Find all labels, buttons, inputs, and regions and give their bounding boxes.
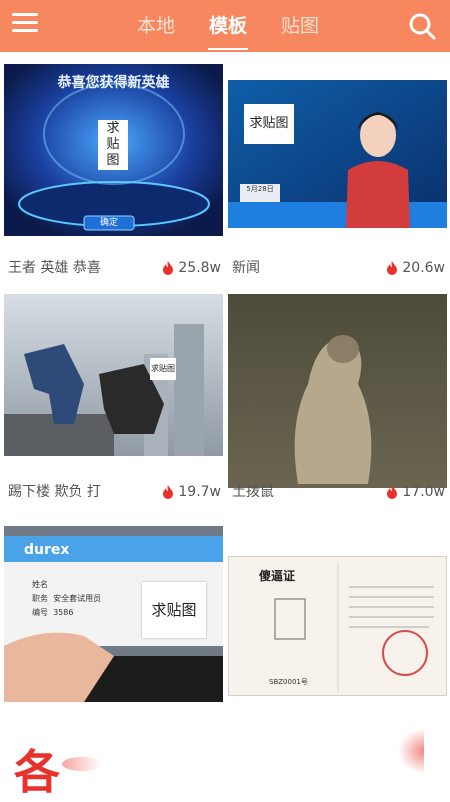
flame-icon <box>163 261 174 275</box>
field-value: 3586 <box>53 608 74 617</box>
sticker-placeholder: 求贴图 <box>244 104 294 144</box>
decor-swoosh <box>62 757 102 771</box>
template-card[interactable]: 恭喜您获得新英雄 求 贴 图 确定 王者 英雄 恭喜 25.8w <box>4 64 223 276</box>
hot-value: 25.8w <box>178 260 221 276</box>
template-card[interactable]: 求贴图 5月28日 新闻 20.6w <box>228 64 447 276</box>
template-card[interactable]: 土拨鼠 17.0w <box>228 294 447 514</box>
hot-value: 20.6w <box>402 260 445 276</box>
news-caption: 5月28日 <box>246 185 274 193</box>
field-key: 编号 <box>32 608 48 617</box>
card-meta: 踢下楼 欺负 打 19.7w <box>4 480 223 504</box>
rooftop-kick-image <box>4 294 223 456</box>
brand-logo: durex <box>24 542 70 558</box>
tab-stickers[interactable]: 贴图 <box>264 0 336 52</box>
bottom-char: 各 <box>14 745 60 799</box>
card-title: 王者 英雄 恭喜 <box>8 260 101 276</box>
flame-icon <box>163 485 174 499</box>
bottom-banner: 各 <box>0 712 450 800</box>
template-thumbnail[interactable]: 求贴图 5月28日 <box>228 80 447 228</box>
sticker-placeholder: 求贴图 <box>142 582 206 638</box>
search-icon[interactable] <box>408 12 436 40</box>
template-card[interactable]: 傻逼证 SBZ0001号 <box>228 556 447 696</box>
card-title: 新闻 <box>232 260 260 276</box>
tab-local[interactable]: 本地 <box>120 0 192 52</box>
sticker-placeholder: 求贴图 <box>150 358 176 380</box>
menu-icon[interactable] <box>12 13 38 37</box>
tab-templates[interactable]: 模板 <box>192 0 264 52</box>
banner-text: 恭喜您获得新英雄 <box>57 75 170 91</box>
template-thumbnail[interactable]: 恭喜您获得新英雄 求 贴 图 确定 <box>4 64 223 236</box>
sticker-placeholder: 求 贴 图 <box>98 120 128 170</box>
card-title: 踢下楼 欺负 打 <box>8 484 101 500</box>
flame-icon <box>387 485 398 499</box>
field-value: 安全套试用员 <box>53 594 102 603</box>
confirm-label: 确定 <box>99 218 118 228</box>
certificate-title: 傻逼证 <box>259 569 296 583</box>
id-card-fields: 姓名 职务 安全套试用员 编号 3586 <box>32 578 101 620</box>
top-app-bar: 本地 模板 贴图 <box>0 0 450 52</box>
card-title: 土拨鼠 <box>232 484 274 500</box>
template-card[interactable]: 求贴图 踢下楼 欺负 打 19.7w <box>4 294 223 514</box>
field-key: 职务 <box>32 594 48 603</box>
template-card[interactable]: durex 姓名 职务 安全套试用员 编号 3586 求贴图 <box>4 526 223 702</box>
flame-icon <box>387 261 398 275</box>
certificate-number: SBZ0001号 <box>269 678 308 686</box>
tab-bar: 本地 模板 贴图 <box>120 0 336 52</box>
template-thumbnail[interactable] <box>228 294 447 488</box>
hot-count: 20.6w <box>386 256 445 280</box>
template-thumbnail[interactable]: 求贴图 <box>4 294 223 456</box>
hot-count: 25.8w <box>162 256 221 280</box>
card-meta: 土拨鼠 17.0w <box>228 480 447 504</box>
hot-count: 19.7w <box>162 480 221 504</box>
field-key: 姓名 <box>32 580 48 589</box>
hot-value: 19.7w <box>178 484 221 500</box>
template-thumbnail[interactable]: 傻逼证 SBZ0001号 <box>228 556 447 696</box>
groundhog-image <box>228 294 447 488</box>
card-meta: 王者 英雄 恭喜 25.8w <box>4 256 223 280</box>
news-anchor-image <box>228 80 447 228</box>
hot-count: 17.0w <box>386 480 445 504</box>
hot-value: 17.0w <box>402 484 445 500</box>
template-thumbnail[interactable]: durex 姓名 职务 安全套试用员 编号 3586 求贴图 <box>4 526 223 702</box>
decor-swoosh <box>398 728 424 774</box>
card-meta: 新闻 20.6w <box>228 256 447 280</box>
